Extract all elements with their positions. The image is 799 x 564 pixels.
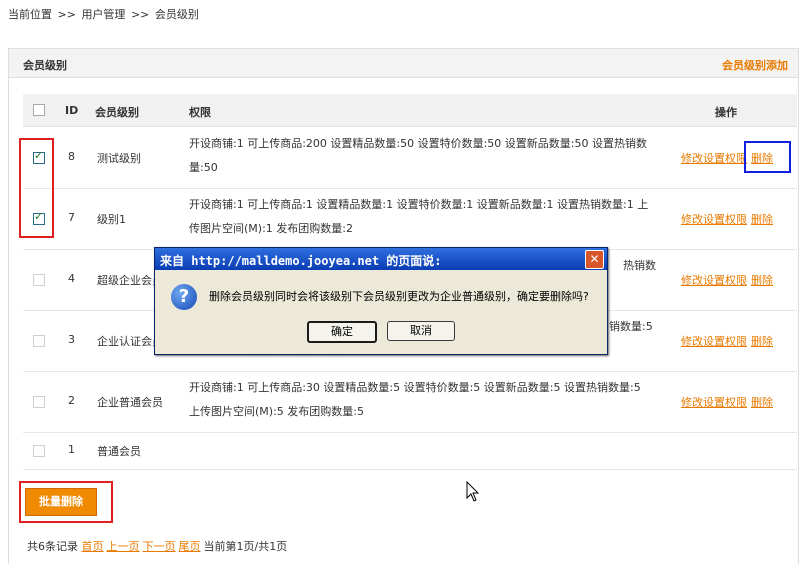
dialog-message: 删除会员级别同时会将该级别下会员级别更改为企业普通级别，确定要删除吗? [209, 290, 589, 303]
dialog-title: 来自 http://malldemo.jooyea.net 的页面说: [160, 254, 442, 268]
breadcrumb: 当前位置 >> 用户管理 >> 会员级别 [8, 6, 201, 22]
row-id: 7 [68, 211, 75, 224]
table-header: ID 会员级别 权限 操作 [23, 94, 797, 127]
table-row: 8 测试级别 开设商铺:1 可上传商品:200 设置精品数量:50 设置特价数量… [23, 128, 797, 189]
delete-highlight-box [744, 141, 791, 173]
breadcrumb-member-level: 会员级别 [154, 8, 199, 21]
delete-link[interactable]: 删除 [751, 272, 773, 288]
row-checkbox[interactable] [33, 335, 45, 347]
header-id: ID [65, 104, 79, 117]
breadcrumb-separator: >> [57, 8, 76, 21]
breadcrumb-user-management[interactable]: 用户管理 [81, 8, 125, 21]
delete-link[interactable]: 删除 [751, 211, 773, 227]
permission-line: 上传图片空间(M):5 发布团购数量:5 [189, 405, 364, 418]
row-permission: 开设商铺:1 可上传商品:200 设置精品数量:50 设置特价数量:50 设置新… [189, 132, 669, 180]
last-page-link[interactable]: 尾页 [179, 540, 201, 553]
row-level-name: 企业普通会员 [97, 396, 163, 409]
row-level-name: 级别1 [97, 213, 126, 226]
confirm-dialog: 来自 http://malldemo.jooyea.net 的页面说: ✕ ? … [154, 247, 608, 355]
row-level-name: 测试级别 [97, 152, 141, 165]
edit-permission-link[interactable]: 修改设置权限 [681, 211, 747, 227]
row-id: 3 [68, 333, 75, 346]
question-icon: ? [171, 284, 197, 310]
header-permission: 权限 [189, 106, 211, 119]
batch-delete-button[interactable]: 批量删除 [25, 488, 97, 516]
mouse-cursor-icon [466, 481, 480, 502]
row-id: 8 [68, 150, 75, 163]
prev-page-link[interactable]: 上一页 [107, 540, 140, 553]
delete-link[interactable]: 删除 [751, 394, 773, 410]
edit-permission-link[interactable]: 修改设置权限 [681, 150, 747, 166]
ok-button[interactable]: 确定 [307, 321, 377, 343]
edit-permission-link[interactable]: 修改设置权限 [681, 394, 747, 410]
add-member-level-link[interactable]: 会员级别添加 [722, 57, 788, 73]
header-level: 会员级别 [95, 106, 139, 119]
breadcrumb-label: 当前位置 [8, 8, 52, 21]
row-checkbox[interactable] [33, 396, 45, 408]
dialog-titlebar[interactable]: 来自 http://malldemo.jooyea.net 的页面说: ✕ [155, 248, 607, 270]
header-action: 操作 [715, 106, 737, 119]
row-checkbox[interactable] [33, 274, 45, 286]
permission-line: 开设商铺:1 可上传商品:30 设置精品数量:5 设置特价数量:5 设置新品数量… [189, 381, 641, 394]
edit-permission-link[interactable]: 修改设置权限 [681, 333, 747, 349]
edit-permission-link[interactable]: 修改设置权限 [681, 272, 747, 288]
page-status: 当前第1页/共1页 [203, 540, 288, 553]
first-page-link[interactable]: 首页 [82, 540, 104, 553]
permission-line: 传图片空间(M):1 发布团购数量:2 [189, 222, 353, 235]
cancel-button[interactable]: 取消 [387, 321, 455, 341]
row-level-name: 普通会员 [97, 445, 141, 458]
row-permission: 热销数 [623, 254, 683, 278]
pagination: 共6条记录 首页 上一页 下一页 尾页 当前第1页/共1页 [27, 538, 287, 554]
close-icon[interactable]: ✕ [585, 250, 604, 269]
record-count: 共6条记录 [27, 540, 78, 553]
permission-line: 量:50 [189, 161, 218, 174]
permission-line: 开设商铺:1 可上传商品:200 设置精品数量:50 设置特价数量:50 设置新… [189, 137, 647, 150]
delete-link[interactable]: 删除 [751, 333, 773, 349]
table-row: 7 级别1 开设商铺:1 可上传商品:1 设置精品数量:1 设置特价数量:1 设… [23, 189, 797, 250]
row-id: 4 [68, 272, 75, 285]
table-row: 2 企业普通会员 开设商铺:1 可上传商品:30 设置精品数量:5 设置特价数量… [23, 372, 797, 433]
row-checkbox[interactable] [33, 445, 45, 457]
panel-title: 会员级别 [23, 59, 67, 72]
panel-header: 会员级别 会员级别添加 [9, 48, 798, 78]
row-permission: 开设商铺:1 可上传商品:30 设置精品数量:5 设置特价数量:5 设置新品数量… [189, 376, 669, 424]
table-row: 1 普通会员 [23, 433, 797, 470]
row-id: 1 [68, 443, 75, 456]
next-page-link[interactable]: 下一页 [143, 540, 176, 553]
permission-line: 热销数 [623, 259, 656, 272]
permission-line: 开设商铺:1 可上传商品:1 设置精品数量:1 设置特价数量:1 设置新品数量:… [189, 198, 649, 211]
row-permission: 开设商铺:1 可上传商品:1 设置精品数量:1 设置特价数量:1 设置新品数量:… [189, 193, 669, 241]
select-all-checkbox[interactable] [33, 104, 45, 116]
row-id: 2 [68, 394, 75, 407]
checkbox-highlight-box [19, 138, 54, 238]
breadcrumb-separator: >> [130, 8, 150, 21]
